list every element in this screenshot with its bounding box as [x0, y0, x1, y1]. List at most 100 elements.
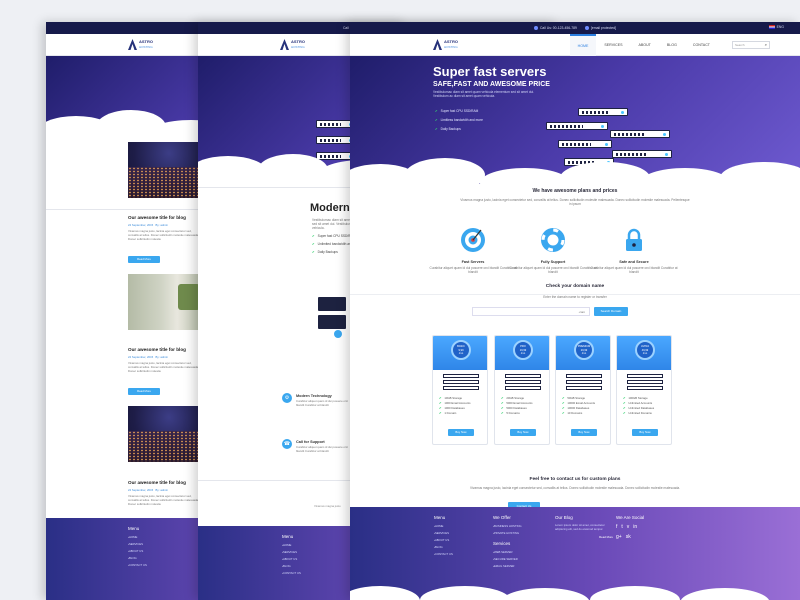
nav-home[interactable]: HOME [569, 34, 597, 56]
domain-description: Enter the domain name to register or tra… [543, 295, 607, 299]
check-icon: ✔ [562, 411, 565, 415]
feature-title: Call for Support [296, 440, 325, 444]
blog-post-meta: 24 September, 2015 By: admin [128, 488, 168, 492]
footer-menu: Menu HOME SERVICES ABOUT US BLOG CONTACT… [434, 515, 453, 559]
plan-card-basic: BASIC 9,99/mo ✔ 10GB Storage ✔ 1000 Email A… [432, 335, 488, 445]
check-icon: ✔ [312, 234, 315, 238]
home-page-preview: Call Us: 00-123-456-789 [email protected… [350, 22, 800, 600]
logo-mark-icon [128, 39, 137, 50]
check-icon: ✔ [562, 401, 565, 405]
read-more-button[interactable]: Read More [128, 256, 160, 263]
nav-bar: ASTRO HOSTING HOME SERVICES ABOUT BLOG CO… [350, 34, 800, 56]
footer-link[interactable]: SERVICES [128, 542, 147, 546]
logo-mark-icon [433, 39, 442, 50]
footer: Menu HOME SERVICES ABOUT US BLOG CONTACT… [350, 507, 800, 600]
nav-contact[interactable]: CONTACT [685, 34, 718, 56]
logo[interactable]: ASTRO HOSTING [433, 39, 458, 50]
domain-search-input[interactable]: .com [472, 307, 590, 316]
googleplus-icon[interactable]: g+ [616, 534, 622, 540]
footer-link[interactable]: CONTACT US [128, 563, 147, 567]
check-icon: ✔ [435, 109, 438, 113]
check-icon: ✔ [501, 411, 504, 415]
phone-icon [533, 26, 538, 31]
footer-link[interactable]: HOME [434, 524, 453, 528]
check-icon: ✔ [439, 396, 442, 400]
footer-link[interactable]: EMAIL SERVER [493, 564, 522, 568]
check-icon: ✔ [623, 396, 626, 400]
footer-link[interactable]: BLOG [128, 556, 147, 560]
lifebuoy-icon [539, 226, 567, 254]
plan-card-ultra: ULTRA 49,99/mo ✔ 100GB Storage ✔ Unlimited … [616, 335, 672, 445]
plans-title: We have awesome plans and prices [532, 188, 618, 194]
footer-menu-title: Menu [128, 526, 140, 531]
nav-services[interactable]: SERVICES [596, 34, 630, 56]
footer-link[interactable]: WEB SERVER [493, 550, 522, 554]
footer-link[interactable]: SECURE SERVER [493, 557, 522, 561]
blog-post-excerpt: Vivamus magna justo, lacinia eget consec… [128, 361, 199, 373]
contact-description: Vivamus magna justo, lacinia eget consec… [469, 486, 681, 490]
check-icon: ✔ [623, 411, 626, 415]
facebook-icon[interactable]: f [616, 524, 617, 530]
about-feature-list: ✔ Super fast CPU SSD/RAM ✔ Unlimited bandw… [312, 234, 356, 254]
search-domain-button[interactable]: Search Domain [594, 307, 628, 316]
buy-now-button[interactable]: Buy Now [448, 429, 474, 436]
footer-link[interactable]: HOME [128, 535, 147, 539]
feature-text: Curabitur aliquet quam id dui posuere or… [296, 445, 348, 453]
check-icon: ✔ [439, 401, 442, 405]
gear-icon: ⚙ [282, 393, 292, 403]
footer-link[interactable]: SERVICES [434, 531, 453, 535]
footer-link[interactable]: BUSINESS HOSTING [493, 524, 522, 528]
hero-title: Super fast servers [433, 64, 547, 79]
footer-link[interactable]: BLOG [434, 545, 453, 549]
logo[interactable]: ASTRO HOSTING [128, 39, 153, 50]
plan-badge: ULTRA 49,99/mo [635, 340, 655, 360]
footer-link[interactable]: PRIVATE HOSTING [493, 531, 522, 535]
plans-description: Vivamus magna justo, lacinia eget consec… [460, 198, 690, 207]
nav-about[interactable]: ABOUT [631, 34, 659, 56]
blog-post-excerpt: Vivamus magna justo, lacinia eget consec… [128, 494, 199, 506]
footer-link[interactable]: SERVICES [282, 550, 301, 554]
check-icon: ✔ [439, 411, 442, 415]
twitter-icon[interactable]: t [621, 524, 622, 530]
buy-now-button[interactable]: Buy Now [571, 429, 597, 436]
check-icon: ✔ [562, 396, 565, 400]
buy-now-button[interactable]: Buy Now [510, 429, 536, 436]
blog-post-title[interactable]: Our awesome title for blog [128, 347, 186, 352]
footer-link[interactable]: ABOUT US [282, 557, 301, 561]
footer-social: We Are Social f t v in g+ sk [616, 515, 645, 540]
footer-link[interactable]: CONTACT US [434, 552, 453, 556]
top-bar: Call Us: 00-123-456-789 [email protected… [350, 22, 800, 34]
footer-link[interactable]: ABOUT US [128, 549, 147, 553]
buy-now-button[interactable]: Buy Now [632, 429, 658, 436]
linkedin-icon[interactable]: in [633, 524, 637, 530]
read-more-button[interactable]: Read More [128, 388, 160, 395]
tld-select[interactable]: .com [578, 310, 585, 314]
check-icon: ✔ [312, 250, 315, 254]
blog-post-title[interactable]: Our awesome title for blog [128, 480, 186, 485]
search-icon[interactable]: ⌕ [765, 42, 767, 48]
feature-fast-servers: Fast Servers Curabitur aliquet quam id d… [428, 226, 518, 274]
footer-link[interactable]: HOME [282, 543, 301, 547]
skype-icon[interactable]: sk [626, 534, 631, 540]
footer-blog: Our Blog Lorem ipsum dolor sit amet, con… [555, 515, 613, 539]
check-icon: ✔ [435, 118, 438, 122]
language-selector[interactable]: ENG [768, 25, 784, 30]
search-input[interactable]: Search ⌕ [732, 41, 770, 49]
nav-blog[interactable]: BLOG [659, 34, 685, 56]
blog-post-title[interactable]: Our awesome title for blog [128, 215, 186, 220]
plan-card-premium: PREMIUM 29,99/mo ✔ 50GB Storage ✔ 10000 Ema… [555, 335, 611, 445]
footer-read-more[interactable]: Read More [555, 535, 613, 539]
logo[interactable]: ASTRO HOSTING [280, 39, 305, 50]
vimeo-icon[interactable]: v [627, 524, 630, 530]
target-icon [459, 226, 487, 254]
check-icon: ✔ [312, 242, 315, 246]
server-illustration [318, 297, 346, 311]
footer-link[interactable]: ABOUT US [434, 538, 453, 542]
hero-description: Vestibulumac diam sit amet quam vehicula… [433, 90, 534, 98]
check-icon: ✔ [439, 406, 442, 410]
blog-post-meta: 24 September, 2015 By: admin [128, 223, 168, 227]
footer-link[interactable]: CONTACT US [282, 571, 301, 575]
check-icon: ✔ [501, 401, 504, 405]
check-icon: ✔ [623, 406, 626, 410]
footer-link[interactable]: BLOG [282, 564, 301, 568]
